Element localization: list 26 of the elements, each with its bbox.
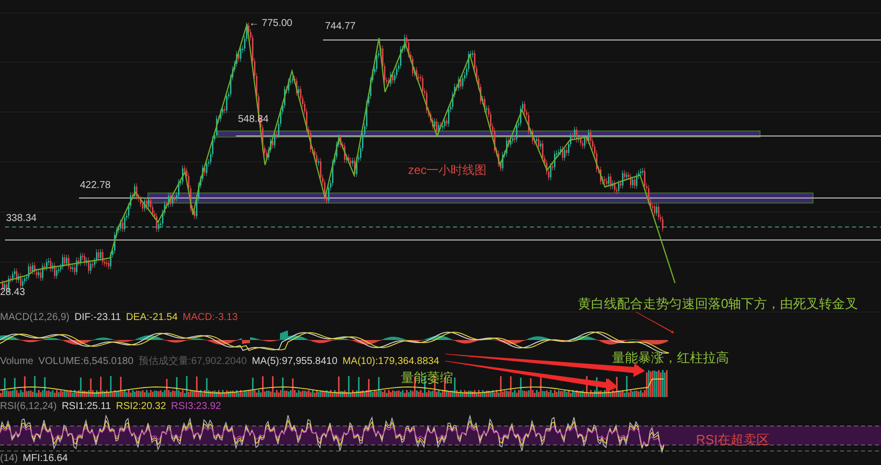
- annotation-text: 量能萎缩: [401, 371, 453, 384]
- indicator-value: (14): [0, 454, 18, 464]
- chart-title: zec一小时线图: [408, 164, 487, 176]
- annotation-text: RSI在超卖区: [696, 433, 770, 446]
- annotation-text: 量能暴涨，红柱拉高: [612, 351, 729, 364]
- indicator-value: RSI1:25.11: [62, 402, 111, 412]
- price-label: ← 775.00: [249, 19, 292, 29]
- indicator-value: RSI2:20.32: [116, 402, 166, 412]
- indicator-value: DEA:-21.54: [126, 313, 178, 323]
- indicator-value: MA(10):179,364.8834: [342, 357, 440, 367]
- price-label: 338.34: [6, 214, 37, 224]
- price-label: 28.43: [0, 288, 26, 298]
- indicator-value: MACD(12,26,9): [0, 313, 70, 323]
- indicator-value: MFI:16.64: [22, 454, 68, 464]
- price-label: 422.78: [80, 181, 111, 191]
- price-label: 744.77: [325, 22, 356, 32]
- indicator-value: DIF:-23.11: [74, 313, 121, 323]
- indicator-value: MACD:-3.13: [182, 313, 238, 323]
- indicator-value: RSI(6,12,24): [0, 402, 57, 412]
- arrow: [636, 312, 674, 334]
- indicator-value: VOLUME:6,545.0180: [38, 357, 134, 367]
- indicator-value: MA(5):97,955.8410: [252, 357, 338, 367]
- annotation-text: 黄白线配合走势匀速回落0轴下方，由死叉转金叉: [578, 297, 858, 310]
- indicator-value: RSI3:23.92: [171, 402, 222, 412]
- indicator-value: Volume: [0, 357, 34, 367]
- indicator-value: 预估成交量:67,902.2040: [138, 357, 247, 367]
